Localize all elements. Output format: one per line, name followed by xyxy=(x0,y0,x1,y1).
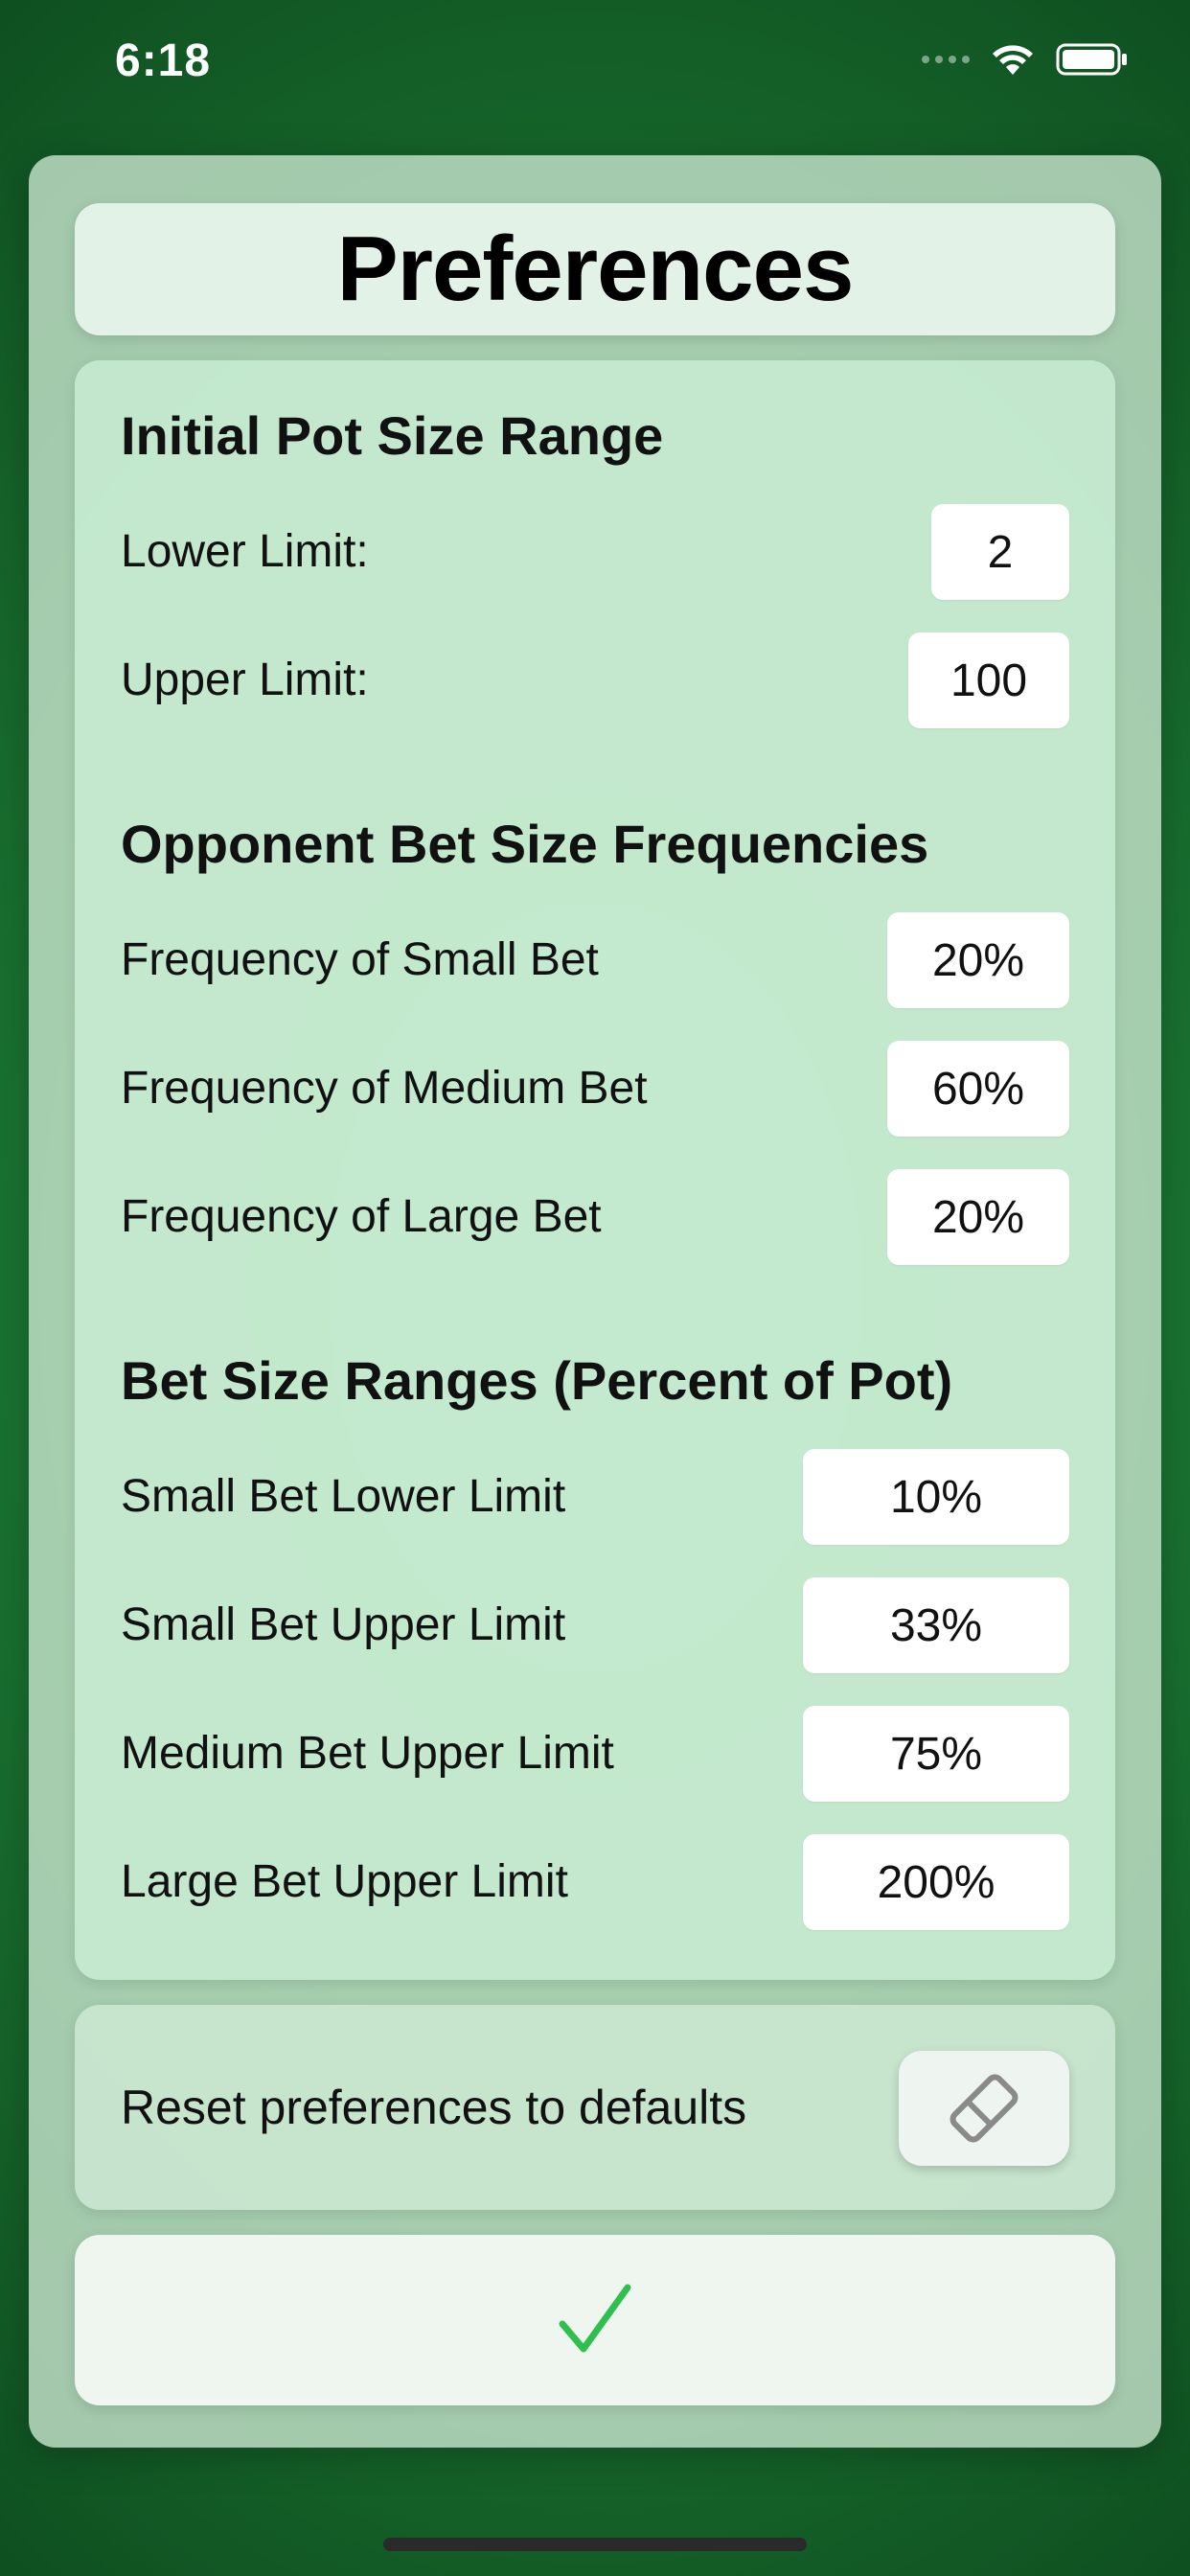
large-bet-upper-limit-label: Large Bet Upper Limit xyxy=(121,1856,568,1907)
wifi-icon xyxy=(993,45,1033,75)
status-time: 6:18 xyxy=(115,35,212,86)
status-bar: 6:18 xyxy=(0,0,1190,134)
small-bet-frequency-label: Frequency of Small Bet xyxy=(121,934,599,985)
small-bet-lower-limit-field[interactable]: 10% xyxy=(803,1449,1069,1545)
section-title-bet-ranges: Bet Size Ranges (Percent of Pot) xyxy=(121,1350,953,1411)
medium-bet-frequency-field[interactable]: 60% xyxy=(887,1041,1069,1137)
confirm-button[interactable] xyxy=(75,2235,1115,2405)
large-bet-frequency-field[interactable]: 20% xyxy=(887,1169,1069,1265)
section-title-opponent-frequencies: Opponent Bet Size Frequencies xyxy=(121,814,929,874)
settings-card: Initial Pot Size Range Lower Limit: 2 Up… xyxy=(75,360,1115,1980)
upper-limit-field[interactable]: 100 xyxy=(908,632,1069,728)
section-title-pot-size: Initial Pot Size Range xyxy=(121,405,664,466)
preferences-panel: Preferences Initial Pot Size Range Lower… xyxy=(29,155,1161,2448)
title-card: Preferences xyxy=(75,203,1115,335)
eraser-icon xyxy=(950,2074,1018,2143)
small-bet-lower-limit-label: Small Bet Lower Limit xyxy=(121,1471,566,1522)
status-icons xyxy=(922,42,1129,77)
small-bet-upper-limit-label: Small Bet Upper Limit xyxy=(121,1599,566,1650)
upper-limit-label: Upper Limit: xyxy=(121,655,369,705)
medium-bet-upper-limit-field[interactable]: 75% xyxy=(803,1706,1069,1802)
reset-button[interactable] xyxy=(899,2051,1069,2166)
reset-card: Reset preferences to defaults xyxy=(75,2005,1115,2210)
page-title: Preferences xyxy=(336,218,855,320)
large-bet-frequency-label: Frequency of Large Bet xyxy=(121,1191,602,1242)
large-bet-upper-limit-field[interactable]: 200% xyxy=(803,1834,1069,1930)
battery-icon xyxy=(1056,43,1127,76)
lower-limit-field[interactable]: 2 xyxy=(931,504,1069,600)
medium-bet-frequency-label: Frequency of Medium Bet xyxy=(121,1063,648,1114)
medium-bet-upper-limit-label: Medium Bet Upper Limit xyxy=(121,1728,614,1779)
signal-icon xyxy=(922,56,970,63)
home-indicator[interactable] xyxy=(383,2538,807,2551)
reset-label: Reset preferences to defaults xyxy=(121,2081,747,2134)
small-bet-upper-limit-field[interactable]: 33% xyxy=(803,1577,1069,1673)
lower-limit-label: Lower Limit: xyxy=(121,526,369,577)
small-bet-frequency-field[interactable]: 20% xyxy=(887,912,1069,1008)
checkmark-icon xyxy=(559,2284,631,2353)
